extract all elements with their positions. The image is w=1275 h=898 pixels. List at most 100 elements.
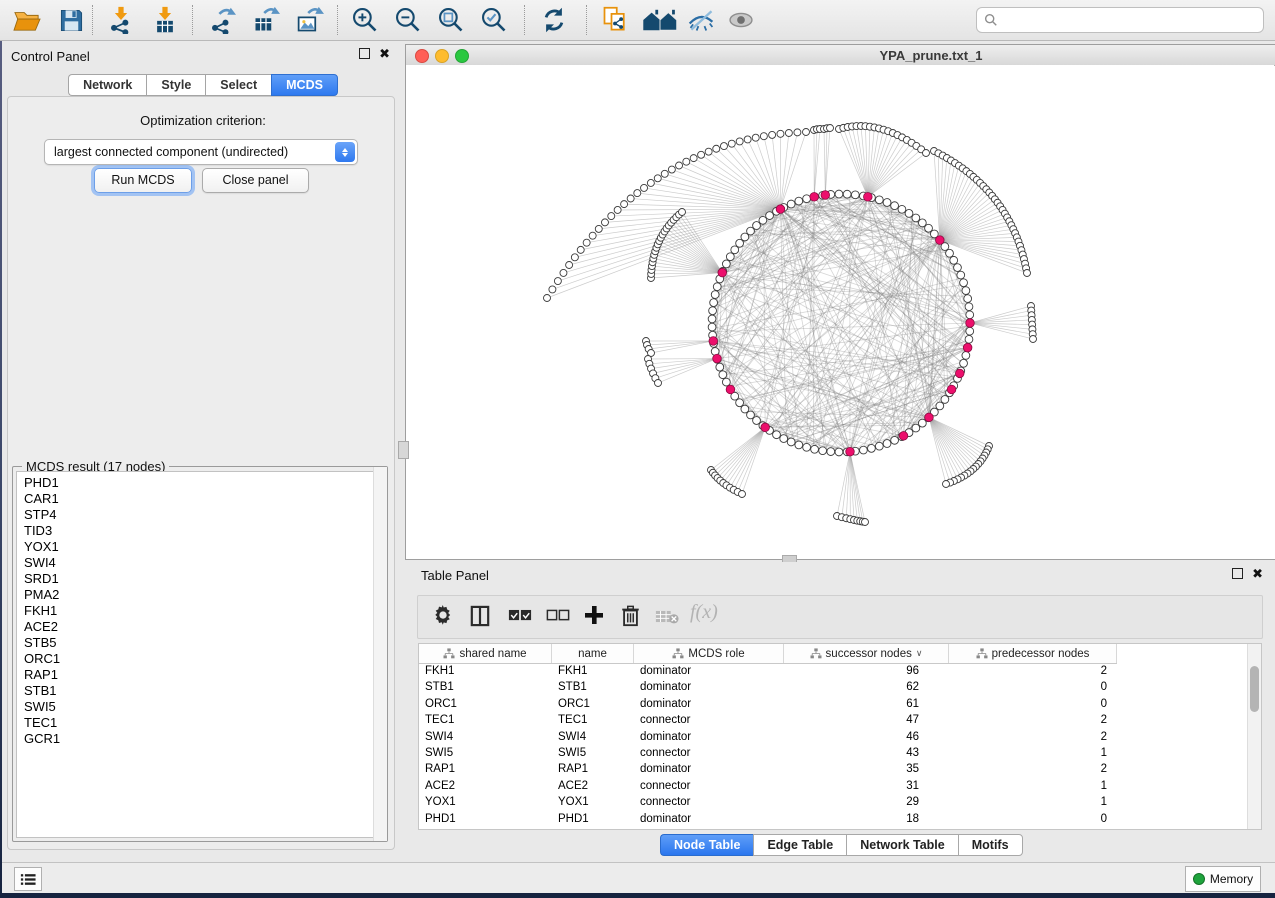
- settings-gear-icon[interactable]: [432, 605, 454, 627]
- tab-network[interactable]: Network: [68, 74, 146, 96]
- table-row[interactable]: PHD1PHD1dominator180: [419, 811, 1117, 827]
- table-row[interactable]: SWI4SWI4dominator462: [419, 729, 1117, 745]
- search-input[interactable]: [998, 11, 1263, 29]
- save-icon[interactable]: [54, 6, 88, 34]
- table-row[interactable]: SWI5SWI5connector431: [419, 745, 1117, 761]
- column-header-name[interactable]: name: [552, 644, 634, 663]
- table-row[interactable]: TEC1TEC1connector472: [419, 712, 1117, 728]
- cell-successor-nodes: 96: [784, 663, 949, 679]
- table-row[interactable]: YOX1YOX1connector291: [419, 794, 1117, 810]
- optimization-criterion-select[interactable]: largest connected component (undirected): [44, 139, 358, 165]
- cell-shared-name: TEC1: [419, 712, 552, 728]
- mcds-result-scrollbar[interactable]: [373, 467, 387, 841]
- zoom-selected-icon[interactable]: [477, 6, 511, 34]
- column-header-MCDS-role[interactable]: MCDS role: [634, 644, 784, 663]
- cell-MCDS-role: dominator: [634, 761, 784, 777]
- export-network-icon[interactable]: [205, 6, 239, 34]
- table-row[interactable]: ORC1ORC1dominator610: [419, 696, 1117, 712]
- mcds-result-item[interactable]: RAP1: [17, 667, 383, 683]
- cell-MCDS-role: dominator: [634, 696, 784, 712]
- select-all-icon[interactable]: [508, 609, 532, 622]
- mcds-result-item[interactable]: ORC1: [17, 651, 383, 667]
- zoom-out-icon[interactable]: [391, 6, 425, 34]
- close-panel-icon[interactable]: ✖: [1252, 568, 1263, 579]
- import-network-icon[interactable]: [104, 6, 138, 34]
- task-list-button[interactable]: [14, 867, 42, 891]
- delete-trash-icon[interactable]: [621, 605, 640, 627]
- hide-graphics-icon[interactable]: [684, 6, 718, 34]
- cell-shared-name: ACE2: [419, 778, 552, 794]
- mcds-result-item[interactable]: PHD1: [17, 472, 383, 491]
- memory-status-icon: [1193, 873, 1205, 885]
- run-mcds-button[interactable]: Run MCDS: [94, 168, 192, 193]
- network-window-titlebar[interactable]: YPA_prune.txt_1: [406, 45, 1275, 66]
- export-table-icon[interactable]: [249, 6, 283, 34]
- tab-style[interactable]: Style: [146, 74, 205, 96]
- mcds-result-item[interactable]: TEC1: [17, 715, 383, 731]
- zoom-in-icon[interactable]: [348, 6, 382, 34]
- mcds-result-item[interactable]: ACE2: [17, 619, 383, 635]
- close-panel-icon[interactable]: ✖: [379, 48, 390, 59]
- duplicate-network-icon[interactable]: [598, 6, 632, 34]
- unselect-all-icon[interactable]: [546, 609, 570, 622]
- table-row[interactable]: STB1STB1dominator620: [419, 679, 1117, 695]
- vertical-splitter-handle[interactable]: [398, 441, 409, 459]
- mcds-result-item[interactable]: STP4: [17, 507, 383, 523]
- show-graphics-icon[interactable]: [724, 6, 758, 34]
- mcds-result-item[interactable]: FKH1: [17, 603, 383, 619]
- cell-successor-nodes: 18: [784, 811, 949, 827]
- table-row[interactable]: ACE2ACE2connector311: [419, 778, 1117, 794]
- control-panel-tabs: NetworkStyleSelectMCDS: [2, 74, 404, 96]
- table-row[interactable]: FKH1FKH1dominator962: [419, 663, 1117, 679]
- open-folder-icon[interactable]: [10, 6, 44, 34]
- tab-network-table[interactable]: Network Table: [846, 834, 958, 856]
- cell-predecessor-nodes: 0: [949, 696, 1117, 712]
- mcds-result-item[interactable]: GCR1: [17, 731, 383, 747]
- column-header-successor-nodes[interactable]: successor nodes∨: [784, 644, 949, 663]
- column-header-predecessor-nodes[interactable]: predecessor nodes: [949, 644, 1117, 663]
- cell-predecessor-nodes: 2: [949, 712, 1117, 728]
- mcds-result-item[interactable]: SWI5: [17, 699, 383, 715]
- cell-predecessor-nodes: 2: [949, 729, 1117, 745]
- mcds-result-item[interactable]: YOX1: [17, 539, 383, 555]
- cell-shared-name: STB1: [419, 679, 552, 695]
- table-scrollbar-thumb[interactable]: [1250, 666, 1259, 712]
- cell-MCDS-role: connector: [634, 712, 784, 728]
- function-fx-icon: f(x): [690, 601, 718, 624]
- memory-button[interactable]: Memory: [1185, 866, 1261, 892]
- network-canvas[interactable]: [406, 65, 1274, 558]
- tab-motifs[interactable]: Motifs: [958, 834, 1023, 856]
- cell-MCDS-role: dominator: [634, 729, 784, 745]
- list-icon: [20, 873, 36, 886]
- tab-node-table[interactable]: Node Table: [660, 834, 753, 856]
- mcds-result-item[interactable]: SWI4: [17, 555, 383, 571]
- cell-shared-name: FKH1: [419, 663, 552, 679]
- zoom-fit-icon[interactable]: [434, 6, 468, 34]
- tab-select[interactable]: Select: [205, 74, 271, 96]
- close-panel-button[interactable]: Close panel: [202, 168, 309, 193]
- columns-icon[interactable]: [470, 605, 490, 627]
- cell-predecessor-nodes: 1: [949, 745, 1117, 761]
- mcds-result-item[interactable]: CAR1: [17, 491, 383, 507]
- toolbar-separator: [192, 5, 193, 35]
- mcds-result-item[interactable]: TID3: [17, 523, 383, 539]
- mcds-result-item[interactable]: PMA2: [17, 587, 383, 603]
- float-window-icon[interactable]: [1232, 568, 1243, 579]
- home-icon[interactable]: [640, 6, 680, 34]
- table-row[interactable]: RAP1RAP1dominator352: [419, 761, 1117, 777]
- float-window-icon[interactable]: [359, 48, 370, 59]
- refresh-icon[interactable]: [537, 6, 571, 34]
- tab-edge-table[interactable]: Edge Table: [753, 834, 846, 856]
- table-scrollbar[interactable]: [1247, 644, 1261, 829]
- mcds-result-item[interactable]: STB5: [17, 635, 383, 651]
- add-icon[interactable]: [584, 605, 604, 625]
- export-image-icon[interactable]: [293, 6, 327, 34]
- import-table-icon[interactable]: [148, 6, 182, 34]
- mcds-result-item[interactable]: SRD1: [17, 571, 383, 587]
- cell-successor-nodes: 43: [784, 745, 949, 761]
- cell-MCDS-role: connector: [634, 794, 784, 810]
- cell-predecessor-nodes: 1: [949, 778, 1117, 794]
- column-header-shared-name[interactable]: shared name: [419, 644, 552, 663]
- tab-mcds[interactable]: MCDS: [271, 74, 338, 96]
- mcds-result-item[interactable]: STB1: [17, 683, 383, 699]
